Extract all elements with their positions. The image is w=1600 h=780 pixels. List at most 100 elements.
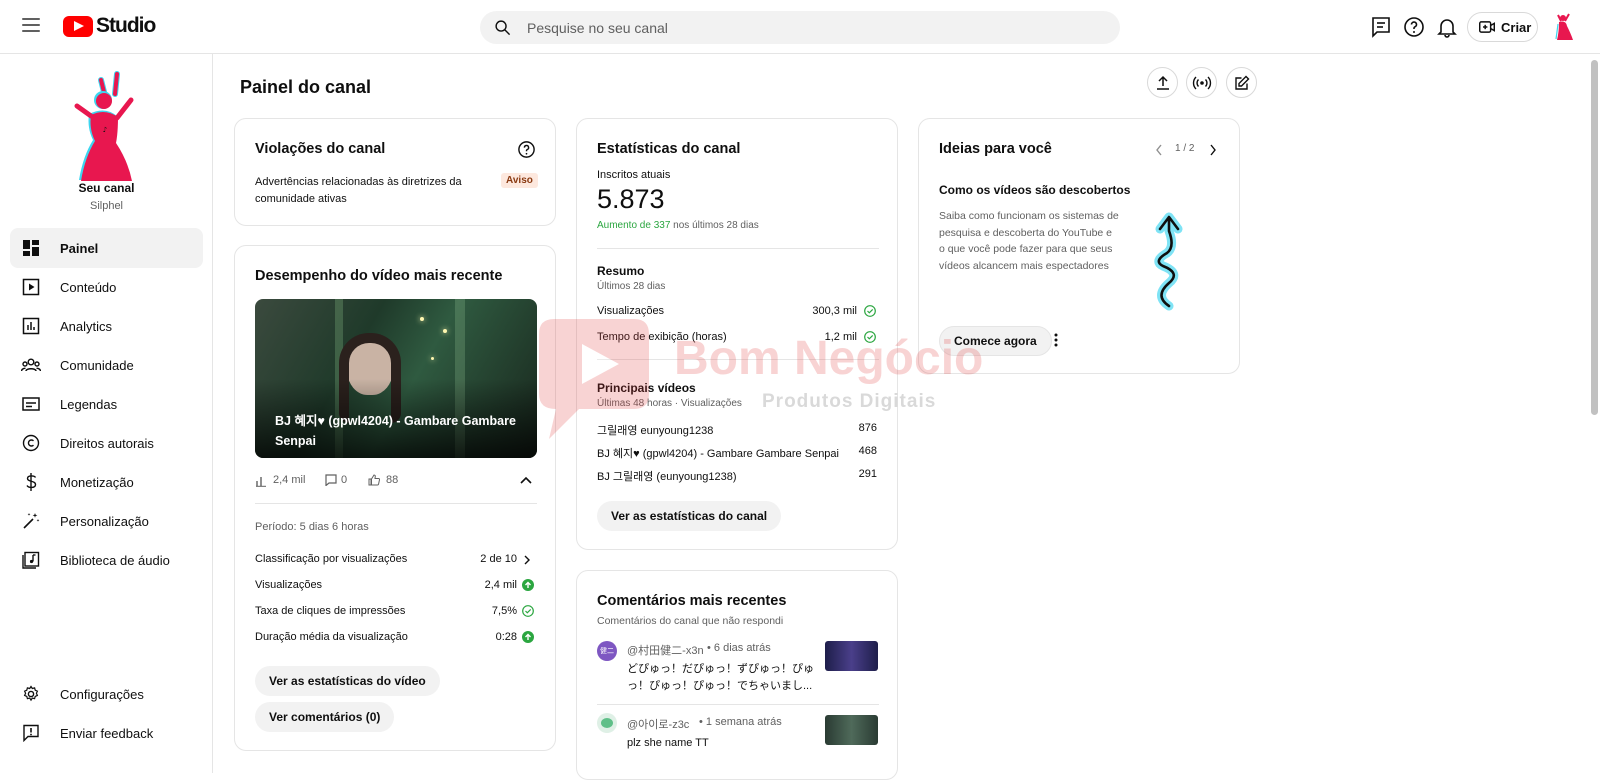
divider: [597, 359, 879, 360]
chevron-left-icon[interactable]: [1155, 144, 1163, 156]
sidebar-item-content[interactable]: Conteúdo: [10, 267, 203, 307]
sidebar-item-copyright[interactable]: Direitos autorais: [10, 423, 203, 463]
comments-sub: Comentários do canal que não respondi: [597, 615, 784, 627]
comment-time: • 6 dias atrás: [707, 642, 771, 654]
get-started-button[interactable]: Comece agora: [939, 326, 1052, 356]
logo-text: Studio: [96, 14, 156, 37]
sidebar-item-label: Direitos autorais: [60, 435, 154, 451]
divider: [597, 248, 879, 249]
main-content: Painel do canal Violações do canal Adver…: [214, 54, 1600, 780]
video-thumbnail[interactable]: BJ 혜지♥ (gpwl4204) - Gambare Gambare Senp…: [255, 299, 537, 458]
metric-value: 2 de 10: [480, 553, 517, 565]
channel-label: Seu canal: [78, 181, 135, 195]
youtube-logo-icon: [63, 15, 93, 37]
sidebar-item-dashboard[interactable]: Painel: [10, 228, 203, 268]
upload-button[interactable]: [1147, 67, 1178, 98]
video-views: 2,4 mil: [273, 474, 306, 486]
content-icon: [21, 277, 41, 297]
comment-video-thumbnail[interactable]: [825, 715, 878, 745]
sidebar-item-label: Configurações: [60, 686, 144, 702]
upload-icon: [1156, 75, 1169, 90]
period-text: Período: 5 dias 6 horas: [255, 521, 369, 533]
channel-handle: Silphel: [89, 200, 124, 212]
sidebar: ♪ Seu canal Silphel Painel Conteúdo Anal…: [0, 54, 213, 773]
top-video-title[interactable]: BJ 그릴래영 (eunyoung1238): [597, 468, 737, 484]
chevron-right-icon[interactable]: [1209, 144, 1217, 156]
sidebar-item-label: Painel: [60, 240, 99, 256]
audio-library-icon: [21, 550, 41, 570]
svg-text:♪: ♪: [103, 126, 107, 134]
comment-author[interactable]: @아이로-z3c: [627, 716, 689, 732]
search-bar[interactable]: [480, 11, 1120, 44]
subtitles-feedback-icon[interactable]: [1369, 15, 1393, 39]
account-avatar[interactable]: [1553, 12, 1579, 42]
youtube-studio-logo[interactable]: Studio: [63, 14, 156, 38]
channel-stats-button[interactable]: Ver as estatísticas do canal: [597, 501, 782, 531]
violations-card: Violações do canal Advertências relacion…: [234, 118, 556, 226]
increase-value: Aumento de 337: [597, 220, 671, 231]
metric-value: 7,5%: [491, 605, 517, 617]
scrollbar[interactable]: [1591, 60, 1598, 415]
top-videos-title: Principais vídeos: [597, 381, 696, 395]
metric-label: Visualizações: [255, 579, 323, 591]
latest-comments-card: Comentários mais recentes Comentários do…: [576, 570, 898, 780]
comment-video-thumbnail[interactable]: [825, 641, 878, 671]
sidebar-item-label: Conteúdo: [60, 279, 117, 295]
channel-avatar[interactable]: ♪: [65, 70, 145, 188]
top-video-title[interactable]: 그릴래영 eunyoung1238: [597, 422, 713, 438]
stats-title: Estatísticas do canal: [597, 141, 741, 157]
create-button[interactable]: Criar: [1467, 12, 1538, 42]
divider: [597, 704, 879, 705]
sidebar-item-settings[interactable]: Configurações: [10, 674, 203, 714]
commenter-avatar[interactable]: 健二: [597, 641, 617, 661]
metric-label: Classificação por visualizações: [255, 553, 408, 565]
top-video-views: 468: [858, 445, 877, 457]
channel-stats-card: Estatísticas do canal Inscritos atuais 5…: [576, 118, 898, 550]
commenter-avatar[interactable]: [597, 713, 617, 733]
search-input[interactable]: [527, 11, 1087, 44]
sidebar-item-label: Analytics: [60, 318, 113, 334]
chevron-up-icon[interactable]: [520, 476, 532, 484]
create-label: Criar: [1501, 19, 1532, 35]
sidebar-item-label: Biblioteca de áudio: [60, 552, 170, 568]
video-add-icon: [1479, 21, 1495, 33]
comment-text: どぴゅっ！だぴゅっ！ずぴゅっ！ぴゅっ！ぴゅっ！ぴゅっ！でちゃいまし...: [627, 663, 814, 692]
sidebar-item-feedback[interactable]: Enviar feedback: [10, 713, 203, 753]
arrow-up-icon: [522, 579, 534, 591]
sidebar-item-customization[interactable]: Personalização: [10, 501, 203, 541]
summary-value: 1,2 mil: [824, 331, 857, 343]
views-icon: [256, 477, 266, 487]
comment-icon: [325, 474, 337, 486]
help-icon[interactable]: [517, 140, 536, 159]
violations-title: Violações do canal: [255, 141, 386, 157]
video-stats-button[interactable]: Ver as estatísticas do vídeo: [255, 666, 440, 696]
ideas-title: Ideias para você: [939, 141, 1052, 157]
sidebar-item-label: Comunidade: [60, 357, 134, 373]
help-icon[interactable]: [1402, 15, 1426, 39]
menu-icon[interactable]: [22, 18, 40, 32]
more-vert-icon[interactable]: [1054, 333, 1058, 347]
live-icon: [1192, 76, 1211, 89]
notifications-icon[interactable]: [1435, 15, 1459, 39]
comment-time: • 1 semana atrás: [699, 716, 782, 728]
summary-title: Resumo: [597, 264, 645, 278]
check-circle-icon: [864, 305, 876, 317]
sidebar-item-subtitles[interactable]: Legendas: [10, 384, 203, 424]
sidebar-item-audio-library[interactable]: Biblioteca de áudio: [10, 540, 203, 580]
subscribers-increase: Aumento de 337 nos últimos 28 dias: [597, 220, 759, 231]
sidebar-item-analytics[interactable]: Analytics: [10, 306, 203, 346]
dashboard-icon: [21, 238, 41, 258]
page-title: Painel do canal: [240, 77, 372, 97]
subscribers-label: Inscritos atuais: [597, 169, 671, 181]
create-post-button[interactable]: [1226, 67, 1257, 98]
community-icon: [21, 355, 41, 375]
video-title: BJ 혜지♥ (gpwl4204) - Gambare Gambare Senp…: [275, 414, 516, 448]
sidebar-item-community[interactable]: Comunidade: [10, 345, 203, 385]
go-live-button[interactable]: [1186, 67, 1217, 98]
sidebar-item-monetization[interactable]: Monetização: [10, 462, 203, 502]
chevron-right-icon[interactable]: [523, 555, 531, 565]
video-comments: 0: [341, 474, 348, 486]
view-comments-button[interactable]: Ver comentários (0): [255, 702, 395, 732]
warning-badge: Aviso: [501, 173, 538, 188]
comment-author[interactable]: @村田健二-x3n: [627, 642, 704, 658]
